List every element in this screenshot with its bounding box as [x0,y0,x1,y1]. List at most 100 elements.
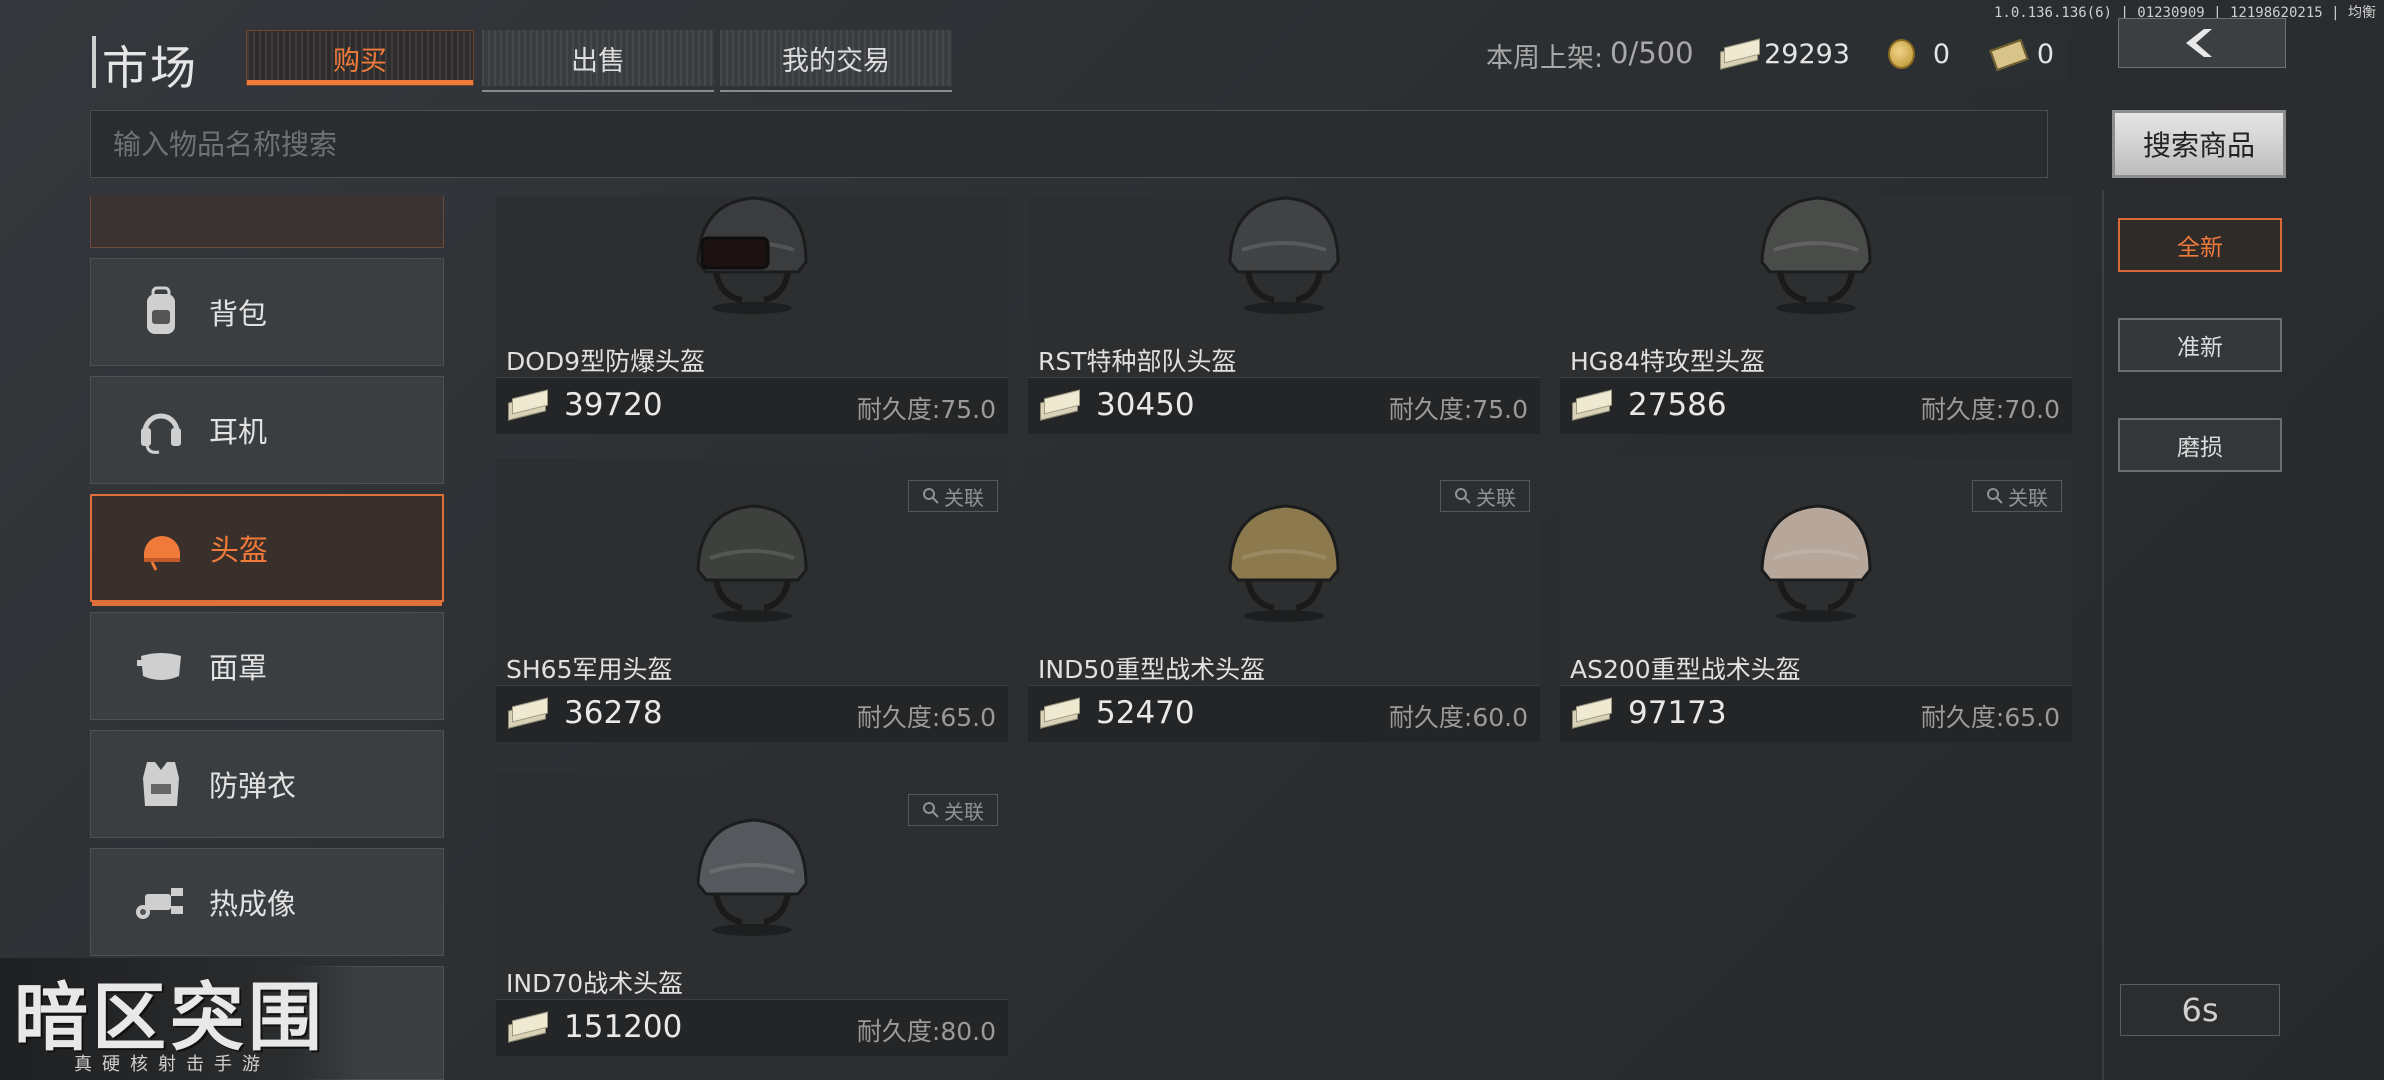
cash-balance: 29293 [1706,26,1862,82]
item-price: 97173 [1628,695,1727,731]
item-price: 151200 [564,1009,683,1045]
coin-value: 0 [1932,38,1950,70]
refresh-timer: 6s [2120,984,2280,1036]
item-card[interactable]: 关联 AS200重型战术头盔 97173 耐久度:65.0 [1560,458,2072,742]
filter-like-new[interactable]: 准新 [2118,318,2282,372]
tab-my-trades-label: 我的交易 [782,45,890,77]
item-footer: 36278 耐久度:65.0 [496,685,1008,742]
ticket-balance: 0 [1976,26,2066,82]
ticket-value: 0 [2036,38,2054,70]
back-arrow-icon [2186,29,2212,57]
filter-worn[interactable]: 磨损 [2118,418,2282,472]
weekly-listing-label: 本周上架: [1486,43,1604,74]
item-price: 52470 [1096,695,1195,731]
item-card[interactable]: RST特种部队头盔 30450 耐久度:75.0 [1028,196,1540,434]
sidebar-item-headset[interactable]: 耳机 [90,376,444,484]
helmet-image [696,196,808,314]
tab-buy[interactable]: 购买 [246,30,474,86]
sidebar-item-helmet[interactable]: 头盔 [90,494,444,606]
ticket-icon [1988,40,2025,68]
item-footer: 39720 耐久度:75.0 [496,377,1008,434]
tab-underline [482,90,714,92]
mask-icon [133,638,189,694]
sidebar-item-vest[interactable]: 防弹衣 [90,730,444,838]
filter-divider [2102,190,2104,1080]
related-label: 关联 [944,485,984,510]
item-card[interactable]: 关联 SH65军用头盔 36278 耐久度:65.0 [496,458,1008,742]
item-card[interactable]: DOD9型防爆头盔 39720 耐久度:75.0 [496,196,1008,434]
backpack-icon [133,284,189,340]
tab-sell[interactable]: 出售 [482,30,714,92]
related-button[interactable]: 关联 [1972,480,2062,512]
item-durability: 耐久度:75.0 [856,395,996,424]
item-name: RST特种部队头盔 [1038,347,1237,376]
magnifier-icon [923,802,939,818]
coin-balance: 0 [1876,26,1962,82]
item-name: AS200重型战术头盔 [1570,655,1801,684]
back-button[interactable] [2118,18,2286,68]
thermal-icon [133,874,189,930]
related-button[interactable]: 关联 [908,480,998,512]
cash-value: 29293 [1764,38,1850,70]
cash-icon [506,1014,548,1040]
related-button[interactable]: 关联 [908,794,998,826]
sidebar-item-backpack[interactable]: 背包 [90,258,444,366]
helmet-image [1760,196,1872,314]
item-durability: 耐久度:70.0 [1920,395,2060,424]
sidebar-item-partial[interactable] [90,196,444,248]
sidebar-item-label: 头盔 [210,533,269,567]
related-label: 关联 [1476,485,1516,510]
sidebar-item-thermal[interactable]: 热成像 [90,848,444,956]
tab-my-trades[interactable]: 我的交易 [720,30,952,92]
filter-brand-new[interactable]: 全新 [2118,218,2282,272]
item-image [496,150,1008,350]
item-footer: 30450 耐久度:75.0 [1028,377,1540,434]
related-button[interactable]: 关联 [1440,480,1530,512]
related-label: 关联 [2008,485,2048,510]
helmet-image [696,818,808,936]
item-price: 27586 [1628,387,1727,423]
item-footer: 52470 耐久度:60.0 [1028,685,1540,742]
sidebar-item-label: 热成像 [209,887,297,921]
helmet-image [1228,196,1340,314]
item-name: IND70战术头盔 [506,969,684,998]
cash-icon [506,392,548,418]
item-name: HG84特攻型头盔 [1570,347,1765,376]
sidebar-item-label: 面罩 [209,651,268,685]
item-durability: 耐久度:60.0 [1388,703,1528,732]
sidebar-item-mask[interactable]: 面罩 [90,612,444,720]
item-card[interactable]: HG84特攻型头盔 27586 耐久度:70.0 [1560,196,2072,434]
item-name: IND50重型战术头盔 [1038,655,1266,684]
search-button[interactable]: 搜索商品 [2112,110,2286,178]
cash-icon [1038,392,1080,418]
tab-underline [720,90,952,92]
helmet-image [1760,504,1872,622]
title-accent-bar [92,36,96,88]
cash-icon [506,700,548,726]
item-durability: 耐久度:65.0 [856,703,996,732]
magnifier-icon [1455,488,1471,504]
coin-icon [1888,39,1915,69]
item-card[interactable]: 关联 IND70战术头盔 151200 耐久度:80.0 [496,772,1008,1056]
item-image [1028,150,1540,350]
item-name: SH65军用头盔 [506,655,673,684]
item-durability: 耐久度:80.0 [856,1017,996,1046]
magnifier-icon [923,488,939,504]
headset-icon [133,402,189,458]
sidebar-item-label: 耳机 [209,415,268,449]
tab-buy-label: 购买 [333,45,387,77]
item-card[interactable]: 关联 IND50重型战术头盔 52470 耐久度:60.0 [1028,458,1540,742]
sidebar-item-label: 防弹衣 [209,769,297,803]
item-durability: 耐久度:65.0 [1920,703,2060,732]
item-price: 39720 [564,387,663,423]
logo-title: 暗区突围 [14,975,326,1061]
magnifier-icon [1987,488,2003,504]
item-durability: 耐久度:75.0 [1388,395,1528,424]
item-price: 36278 [564,695,663,731]
cash-icon [1718,41,1750,67]
tab-sell-label: 出售 [571,45,625,77]
helmet-icon [134,520,190,576]
cash-icon [1570,392,1612,418]
page-title: 市场 [102,41,198,95]
sidebar-item-label: 背包 [209,297,268,331]
